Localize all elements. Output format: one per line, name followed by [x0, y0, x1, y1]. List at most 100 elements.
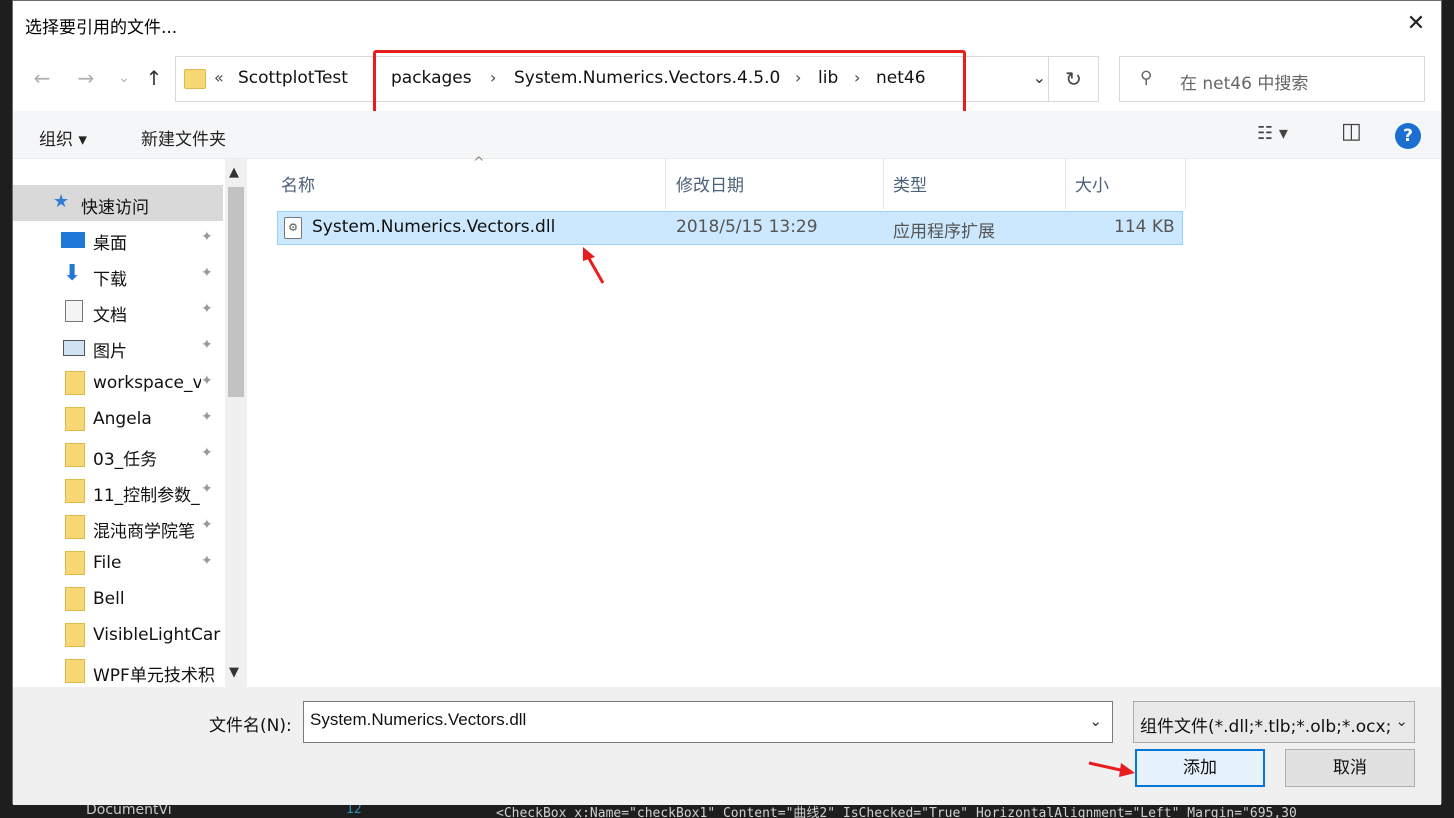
command-toolbar: 组织 ▾ 新建文件夹 ☷ ▾ ◫ ? [13, 111, 1441, 159]
column-header-type[interactable]: 类型 [893, 171, 927, 196]
folder-icon [65, 623, 85, 647]
pin-icon: ✦ [201, 229, 213, 245]
sidebar-item-label: 图片 [93, 342, 127, 362]
close-button[interactable]: ✕ [1401, 9, 1431, 39]
pin-icon: ✦ [201, 337, 213, 353]
pin-icon: ✦ [201, 301, 213, 317]
pin-icon: ✦ [201, 445, 213, 461]
table-row[interactable]: ⚙ System.Numerics.Vectors.dll 2018/5/15 … [277, 211, 1183, 245]
document-icon [65, 300, 83, 322]
cancel-button[interactable]: 取消 [1285, 749, 1415, 787]
back-button[interactable]: ← [29, 65, 55, 91]
filename-label: 文件名(N): [209, 716, 292, 736]
picture-icon [63, 340, 85, 356]
chevron-down-icon[interactable]: ⌄ [1089, 712, 1102, 730]
sidebar-item-downloads[interactable]: ⬇ 下载 ✦ [13, 257, 223, 293]
sidebar-item-folder[interactable]: 11_控制参数_ ✦ [13, 473, 223, 509]
sidebar-item-label: 桌面 [93, 234, 127, 254]
pin-icon: ✦ [201, 481, 213, 497]
help-button[interactable]: ? [1395, 123, 1421, 149]
pin-icon: ✦ [201, 409, 213, 425]
sidebar-item-pictures[interactable]: 图片 ✦ [13, 329, 223, 365]
refresh-button[interactable]: ↻ [1048, 57, 1098, 101]
folder-icon [65, 551, 85, 575]
sidebar-item-label: 11_控制参数_ [93, 486, 200, 506]
new-folder-button[interactable]: 新建文件夹 [141, 125, 226, 150]
scroll-up-icon[interactable]: ▲ [229, 165, 239, 180]
recent-locations-button[interactable]: ⌄ [111, 65, 137, 91]
folder-icon [65, 443, 85, 467]
file-type-filter[interactable]: 组件文件(*.dll;*.tlb;*.olb;*.ocx; ⌄ [1133, 701, 1415, 743]
up-button[interactable]: ↑ [141, 65, 167, 91]
column-header-name[interactable]: 名称 [281, 171, 315, 196]
folder-icon [65, 659, 85, 683]
sidebar-item-label: Angela [93, 409, 152, 429]
search-icon: ⚲ [1140, 68, 1153, 88]
column-header-date[interactable]: 修改日期 [676, 171, 744, 196]
column-header-size[interactable]: 大小 [1075, 171, 1109, 196]
file-size: 114 KB [1114, 217, 1175, 237]
preview-pane-icon[interactable]: ◫ [1341, 119, 1362, 144]
sidebar-item-label: VisibleLightCar [93, 625, 221, 645]
chevron-down-icon[interactable]: ⌄ [1395, 712, 1408, 730]
overflow-chevron[interactable]: « [214, 68, 224, 87]
sidebar-scrollbar[interactable]: ▲ ▼ [225, 159, 247, 687]
download-icon: ⬇ [63, 261, 82, 286]
pin-icon: ✦ [201, 373, 213, 389]
forward-button[interactable]: → [73, 65, 99, 91]
sidebar-item-folder[interactable]: File ✦ [13, 545, 223, 581]
filename-field[interactable]: ⌄ [303, 701, 1113, 743]
column-divider[interactable] [665, 159, 666, 209]
file-name: System.Numerics.Vectors.dll [312, 217, 556, 237]
sidebar-item-label: 快速访问 [81, 198, 149, 218]
folder-icon [65, 587, 85, 611]
search-placeholder: 在 net46 中搜索 [1180, 74, 1309, 94]
sidebar-item-folder[interactable]: 03_任务 ✦ [13, 437, 223, 473]
pin-icon: ✦ [201, 553, 213, 569]
pin-icon: ✦ [201, 517, 213, 533]
sidebar-item-desktop[interactable]: 桌面 ✦ [13, 221, 223, 257]
folder-icon [65, 407, 85, 431]
folder-icon [184, 69, 206, 89]
annotation-arrow [1088, 761, 1135, 777]
file-type: 应用程序扩展 [893, 222, 995, 242]
scroll-down-icon[interactable]: ▼ [229, 665, 239, 680]
column-divider[interactable] [1065, 159, 1066, 209]
breadcrumb-scottplottest[interactable]: ScottplotTest [238, 68, 348, 88]
annotation-highlight-box [373, 50, 966, 114]
add-button[interactable]: 添加 [1135, 749, 1265, 787]
address-dropdown-icon[interactable]: ⌄ [1033, 68, 1046, 87]
folder-icon [65, 479, 85, 503]
scrollbar-thumb[interactable] [228, 187, 244, 397]
sidebar-item-folder[interactable]: workspace_v ✦ [13, 365, 223, 401]
desktop-icon [61, 232, 85, 248]
sidebar-item-label: File [93, 553, 122, 573]
sidebar-item-label: 文档 [93, 306, 127, 326]
dialog-footer: 文件名(N): ⌄ 组件文件(*.dll;*.tlb;*.olb;*.ocx; … [13, 687, 1441, 805]
sidebar-item-label: Bell [93, 589, 125, 609]
sidebar-item-label: workspace_v [93, 373, 201, 393]
sidebar-item-folder[interactable]: VisibleLightCar [13, 617, 223, 653]
navigation-bar: ← → ⌄ ↑ « ScottplotTest packages › Syste… [13, 47, 1441, 114]
annotation-arrow [583, 247, 605, 284]
view-options-icon[interactable]: ☷ ▾ [1257, 123, 1288, 144]
organize-button[interactable]: 组织 ▾ [39, 125, 87, 150]
sidebar-item-quick-access[interactable]: ★ 快速访问 [13, 185, 223, 221]
column-divider[interactable] [1185, 159, 1186, 209]
sidebar-item-folder[interactable]: Angela ✦ [13, 401, 223, 437]
search-box[interactable]: ⚲ 在 net46 中搜索 [1119, 56, 1425, 102]
title-bar: 选择要引用的文件... ✕ [13, 1, 1441, 47]
dll-file-icon: ⚙ [284, 217, 302, 239]
sidebar-item-folder[interactable]: WPF单元技术积 [13, 653, 223, 687]
sidebar-item-folder[interactable]: Bell [13, 581, 223, 617]
sidebar-item-label: WPF单元技术积 [93, 666, 215, 686]
folder-icon [65, 515, 85, 539]
filename-input[interactable] [310, 710, 1070, 730]
sidebar-item-folder[interactable]: 混沌商学院笔 ✦ [13, 509, 223, 545]
file-open-dialog: 选择要引用的文件... ✕ ← → ⌄ ↑ « ScottplotTest pa… [12, 0, 1442, 805]
column-divider[interactable] [883, 159, 884, 209]
navigation-pane: ★ 快速访问 桌面 ✦ ⬇ 下载 ✦ 文档 ✦ 图片 ✦ workspace_v… [13, 159, 249, 687]
sidebar-item-documents[interactable]: 文档 ✦ [13, 293, 223, 329]
sort-ascending-icon: ^ [473, 155, 485, 171]
file-date: 2018/5/15 13:29 [676, 217, 818, 237]
